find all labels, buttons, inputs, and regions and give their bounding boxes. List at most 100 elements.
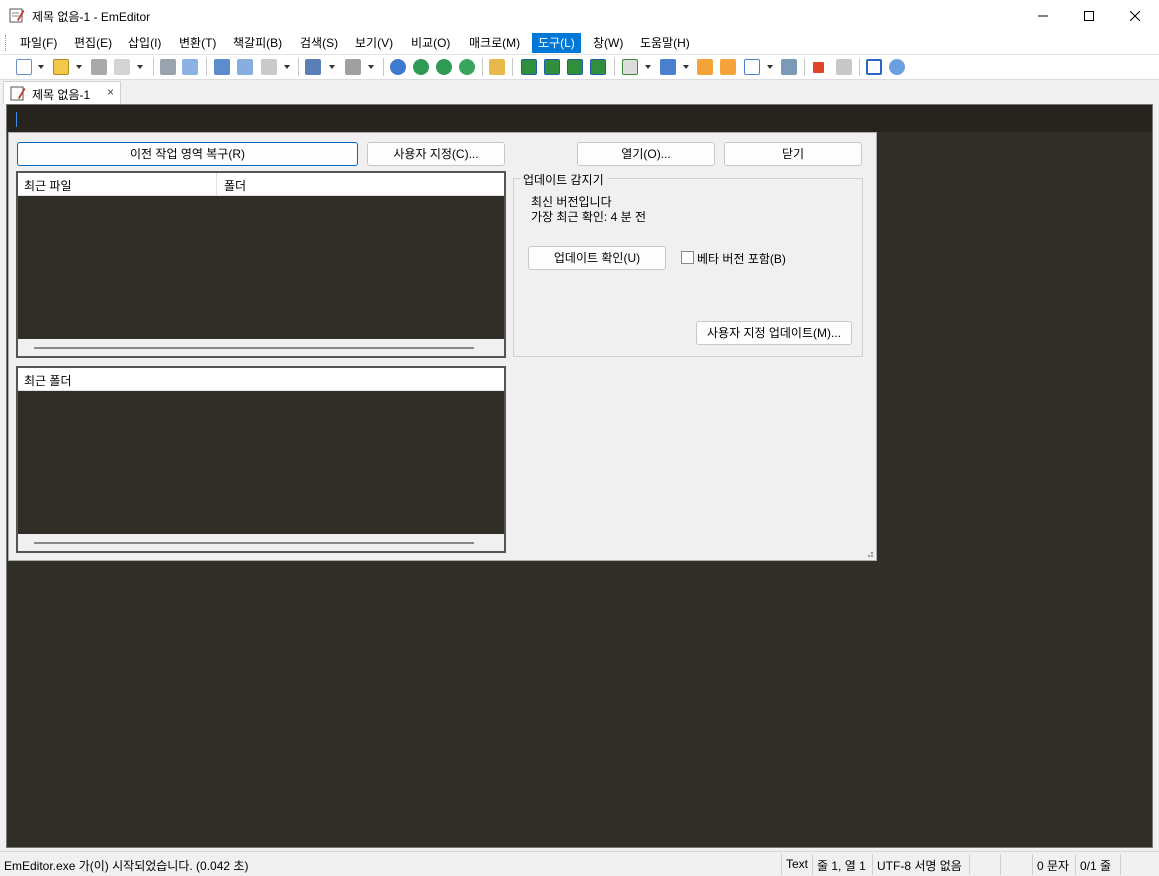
status-separator <box>781 854 782 875</box>
status-position[interactable]: 줄 1, 열 1 <box>817 857 866 874</box>
find-icon[interactable] <box>390 59 406 75</box>
window-title: 제목 없음-1 - EmEditor <box>32 10 151 24</box>
minimize-button[interactable] <box>1020 0 1066 31</box>
reload-dropdown-icon[interactable] <box>137 65 143 69</box>
recent-files-list[interactable]: 최근 파일 폴더 <box>16 171 506 358</box>
recent-files-header: 최근 파일 폴더 <box>18 173 504 196</box>
find-prev-icon[interactable] <box>436 59 452 75</box>
menu-bookmarks[interactable]: 책갈피(B) <box>227 33 288 53</box>
save-icon[interactable] <box>91 59 107 75</box>
find-in-files-icon[interactable] <box>489 59 505 75</box>
menu-compare[interactable]: 비교(O) <box>405 33 456 53</box>
scrollbar-thumb[interactable] <box>34 347 474 349</box>
export-icon[interactable] <box>590 59 606 75</box>
close-window-button[interactable] <box>1112 0 1158 31</box>
new-file-dropdown-icon[interactable] <box>38 65 44 69</box>
new-file-icon[interactable] <box>16 59 32 75</box>
tools-icon[interactable] <box>697 59 713 75</box>
print-preview-icon[interactable] <box>182 59 198 75</box>
menu-help[interactable]: 도움말(H) <box>634 33 696 53</box>
scrollbar-thumb[interactable] <box>34 542 474 544</box>
menu-view[interactable]: 보기(V) <box>349 33 399 53</box>
replace-icon[interactable] <box>459 59 475 75</box>
status-message: EmEditor.exe 가(이) 시작되었습니다. (0.042 초) <box>4 859 249 873</box>
plugin-icon[interactable] <box>660 59 676 75</box>
record-macro-icon[interactable] <box>813 62 824 73</box>
column-divider[interactable] <box>216 173 217 196</box>
beta-checkbox[interactable] <box>681 251 694 264</box>
custom-update-button[interactable]: 사용자 지정 업데이트(M)... <box>696 321 852 345</box>
status-separator <box>1000 854 1001 875</box>
recent-folders-list[interactable]: 최근 폴더 <box>16 366 506 553</box>
window-icon[interactable] <box>866 59 882 75</box>
status-separator <box>812 854 813 875</box>
tab-close-icon[interactable]: × <box>107 85 114 99</box>
copy-icon[interactable] <box>237 59 253 75</box>
settings-icon[interactable] <box>720 59 736 75</box>
document-icon[interactable] <box>622 59 638 75</box>
open-folder-icon[interactable] <box>53 59 69 75</box>
paste-dropdown-icon[interactable] <box>284 65 290 69</box>
status-separator <box>1120 854 1121 875</box>
document-tab[interactable]: 제목 없음-1 × <box>3 81 121 104</box>
sync-icon[interactable] <box>567 59 583 75</box>
maximize-button[interactable] <box>1066 0 1112 31</box>
toolbar-separator <box>298 58 299 76</box>
paste-icon[interactable] <box>261 59 277 75</box>
check-update-button[interactable]: 업데이트 확인(U) <box>528 246 666 270</box>
status-mode[interactable]: Text <box>786 857 808 871</box>
menu-macro[interactable]: 매크로(M) <box>463 33 526 53</box>
outline-icon[interactable] <box>781 59 797 75</box>
menu-convert[interactable]: 변환(T) <box>173 33 222 53</box>
find-next-icon[interactable] <box>413 59 429 75</box>
open-button[interactable]: 열기(O)... <box>577 142 715 166</box>
checkbox-icon[interactable] <box>744 59 760 75</box>
toolbar-separator <box>804 58 805 76</box>
print-icon[interactable] <box>160 59 176 75</box>
toolbar-separator <box>859 58 860 76</box>
toolbar-separator <box>482 58 483 76</box>
menubar-grip[interactable] <box>5 35 8 51</box>
plugin-dropdown-icon[interactable] <box>683 65 689 69</box>
menu-window[interactable]: 창(W) <box>587 33 629 53</box>
redo-dropdown-icon[interactable] <box>368 65 374 69</box>
menu-file[interactable]: 파일(F) <box>14 33 63 53</box>
col-recent-folder[interactable]: 최근 폴더 <box>24 372 72 389</box>
col-folder[interactable]: 폴더 <box>224 177 246 194</box>
split-view-icon[interactable] <box>521 59 537 75</box>
resize-grip-icon[interactable] <box>864 548 874 558</box>
menu-insert[interactable]: 삽입(I) <box>122 33 167 53</box>
menu-tools[interactable]: 도구(L) <box>532 33 581 53</box>
last-check-text: 가장 최근 확인: 4 분 전 <box>531 210 646 224</box>
document-dropdown-icon[interactable] <box>645 65 651 69</box>
emeditor-app-icon <box>9 8 25 23</box>
beta-checkbox-label[interactable]: 베타 버전 포함(B) <box>697 250 786 267</box>
status-separator <box>969 854 970 875</box>
customize-icon[interactable] <box>889 59 905 75</box>
toolbar <box>0 55 1159 80</box>
redo-icon[interactable] <box>345 59 361 75</box>
menu-search[interactable]: 검색(S) <box>294 33 344 53</box>
restore-workspace-button[interactable]: 이전 작업 영역 복구(R) <box>17 142 358 166</box>
col-recent-file[interactable]: 최근 파일 <box>24 177 72 194</box>
undo-dropdown-icon[interactable] <box>329 65 335 69</box>
menu-edit[interactable]: 편집(E) <box>68 33 118 53</box>
checkbox-dropdown-icon[interactable] <box>767 65 773 69</box>
open-dropdown-icon[interactable] <box>76 65 82 69</box>
text-caret <box>16 112 17 127</box>
recent-folders-hscrollbar[interactable] <box>18 534 504 551</box>
toolbar-separator <box>614 58 615 76</box>
cut-icon[interactable] <box>214 59 230 75</box>
status-bar: EmEditor.exe 가(이) 시작되었습니다. (0.042 초) Tex… <box>0 851 1159 876</box>
recent-files-hscrollbar[interactable] <box>18 339 504 356</box>
reload-icon[interactable] <box>114 59 130 75</box>
tab-bar: 제목 없음-1 × <box>0 80 1159 104</box>
status-encoding[interactable]: UTF-8 서명 없음 <box>877 857 962 874</box>
play-macro-icon[interactable] <box>836 59 852 75</box>
undo-icon[interactable] <box>305 59 321 75</box>
customize-button[interactable]: 사용자 지정(C)... <box>367 142 505 166</box>
status-char-count: 0 문자 <box>1037 859 1070 873</box>
close-panel-button[interactable]: 닫기 <box>724 142 862 166</box>
refresh-icon[interactable] <box>544 59 560 75</box>
menu-bar: 파일(F) 편집(E) 삽입(I) 변환(T) 책갈피(B) 검색(S) 보기(… <box>0 31 1159 55</box>
